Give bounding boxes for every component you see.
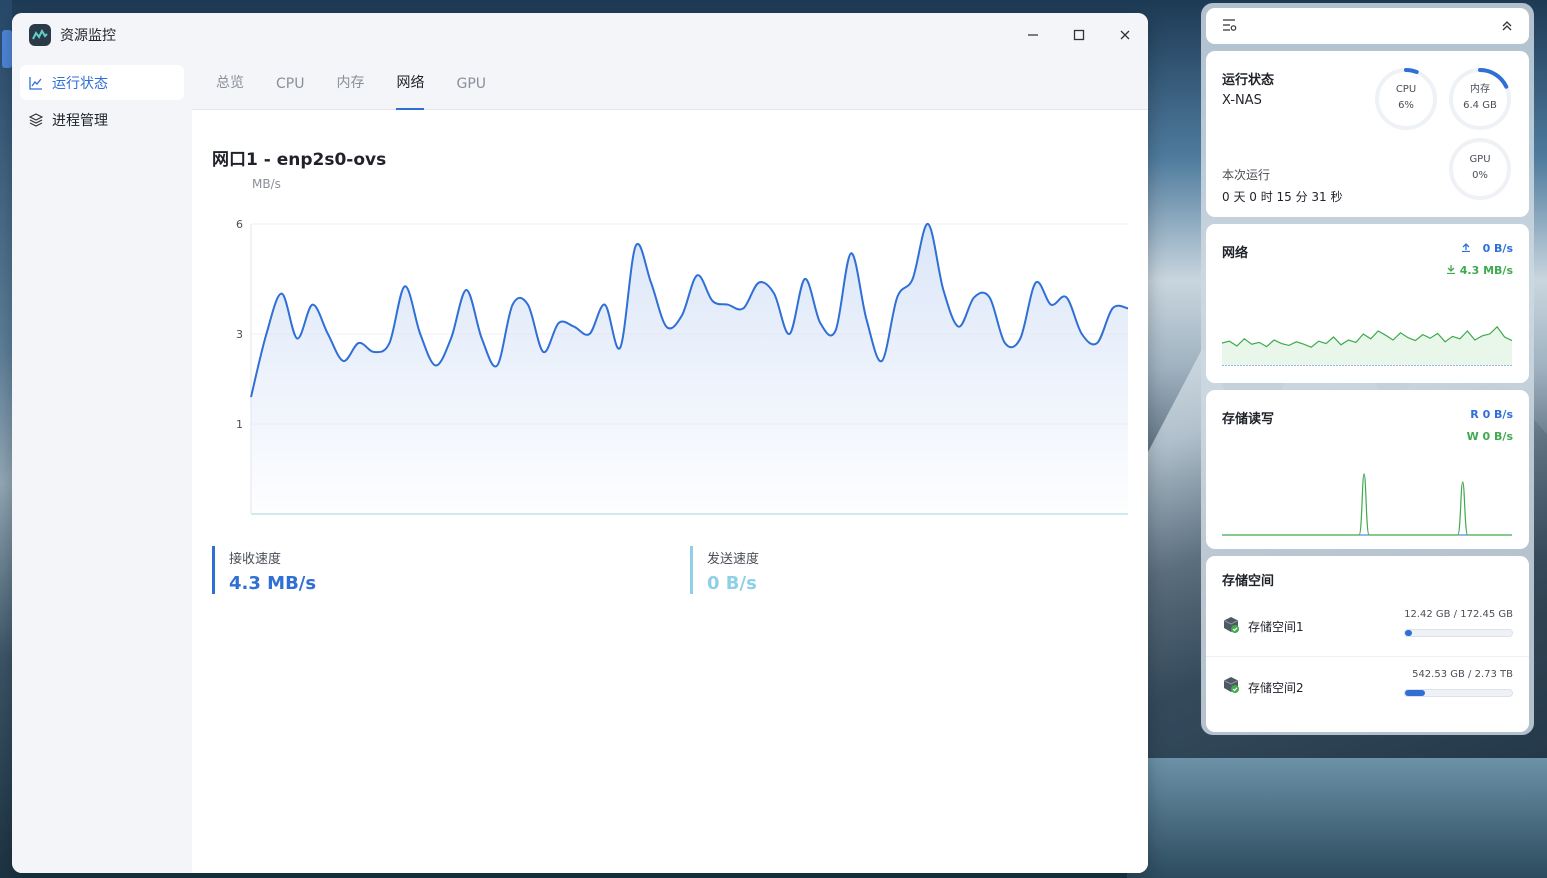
status-widget-title: 运行状态: [1222, 73, 1275, 88]
storage-volume-icon: [1222, 676, 1240, 698]
storage-volume-usage: 542.53 GB / 2.73 TB: [1412, 669, 1513, 680]
storage-usage-fill: [1405, 690, 1426, 696]
send-speed-label: 发送速度: [707, 552, 760, 567]
upload-speed: 0 B/s: [1482, 242, 1513, 255]
cpu-ring-value: 6%: [1398, 100, 1414, 111]
storage-space-title: 存储空间: [1222, 574, 1275, 589]
sidebar-item-processes[interactable]: 进程管理: [20, 102, 184, 137]
receive-speed-stat: 接收速度 4.3 MB/s: [212, 546, 316, 594]
y-tick-label: 3: [236, 328, 243, 341]
storage-usage-bar: [1404, 689, 1513, 697]
network-throughput-chart: MB/s 1 3 6: [236, 177, 1129, 515]
sidebar-item-label: 进程管理: [52, 112, 108, 129]
storage-io-sparkline: [1222, 473, 1512, 536]
storage-space-widget[interactable]: 存储空间 存储空间1 12.42 GB / 172.45 GB 存储空间2 54…: [1206, 556, 1529, 732]
storage-volume-name: 存储空间2: [1248, 680, 1304, 695]
uptime-label: 本次运行: [1222, 168, 1271, 182]
resource-monitor-app-icon: [29, 24, 51, 46]
cpu-ring-label: CPU: [1395, 84, 1417, 95]
title-bar[interactable]: 资源监控: [12, 13, 1148, 57]
storage-io-widget[interactable]: 存储读写 R 0 B/s W 0 B/s: [1206, 390, 1529, 549]
minimize-icon: [1028, 34, 1038, 36]
close-button[interactable]: [1102, 13, 1148, 57]
line-chart-icon: [29, 76, 43, 90]
main-content: 总览 CPU 内存 网络 GPU 网口1 - enp2s0-ovs MB/s 1 3…: [192, 57, 1148, 873]
storage-volume-usage: 12.42 GB / 172.45 GB: [1404, 609, 1513, 620]
receive-speed-value: 4.3 MB/s: [229, 573, 317, 594]
network-sparkline: [1222, 325, 1512, 366]
network-widget-title: 网络: [1222, 246, 1249, 261]
resource-monitor-window: 资源监控 运行状态 进程管理 总览 CPU 内存 网络 GPU 网口1 - en…: [12, 13, 1148, 873]
memory-ring-label: 内存: [1470, 84, 1490, 95]
y-tick-label: 6: [236, 218, 243, 231]
storage-volume-row[interactable]: 存储空间1 12.42 GB / 172.45 GB: [1206, 597, 1529, 657]
download-speed: 4.3 MB/s: [1459, 264, 1513, 277]
y-tick-label: 1: [236, 418, 243, 431]
uptime-value: 0 天 0 时 15 分 31 秒: [1222, 190, 1343, 204]
maximize-button[interactable]: [1056, 13, 1102, 57]
storage-read-speed: R 0 B/s: [1470, 408, 1513, 421]
storage-usage-bar: [1404, 629, 1513, 637]
layers-icon: [29, 112, 43, 127]
y-axis-label: MB/s: [252, 177, 281, 191]
sidebar-item-status[interactable]: 运行状态: [20, 65, 184, 100]
desktop-background: [0, 0, 12, 878]
gpu-ring-label: GPU: [1469, 154, 1491, 165]
widget-settings-icon[interactable]: [1222, 17, 1238, 36]
memory-ring-value: 6.4 GB: [1463, 100, 1497, 111]
send-speed-stat: 发送速度 0 B/s: [690, 546, 759, 594]
storage-io-title: 存储读写: [1222, 412, 1275, 427]
window-title: 资源监控: [60, 28, 116, 44]
gpu-ring-value: 0%: [1472, 170, 1488, 181]
storage-volume-row[interactable]: 存储空间2 542.53 GB / 2.73 TB: [1206, 657, 1529, 717]
minimize-button[interactable]: [1010, 13, 1056, 57]
desktop-lake-scenery: [1127, 758, 1547, 878]
upload-icon: [1461, 242, 1471, 255]
sidebar-item-label: 运行状态: [52, 75, 108, 92]
download-icon: [1446, 264, 1456, 277]
storage-write-speed: W 0 B/s: [1466, 430, 1513, 443]
host-name: X-NAS: [1222, 93, 1262, 108]
widget-panel: 运行状态 X-NAS 本次运行 0 天 0 时 15 分 31 秒 CPU 6%…: [1201, 3, 1534, 735]
network-widget[interactable]: 网络 0 B/s 4.3 MB/s: [1206, 224, 1529, 383]
maximize-icon: [1073, 29, 1085, 41]
write-series-line: [1222, 473, 1512, 536]
send-speed-value: 0 B/s: [707, 573, 757, 594]
storage-usage-fill: [1405, 630, 1413, 636]
sidebar: 运行状态 进程管理: [12, 57, 192, 873]
collapse-icon[interactable]: [1501, 17, 1513, 36]
close-icon: [1120, 30, 1130, 40]
status-widget[interactable]: 运行状态 X-NAS 本次运行 0 天 0 时 15 分 31 秒 CPU 6%…: [1206, 51, 1529, 217]
desktop-app-icon[interactable]: [2, 30, 12, 68]
widget-toolbar: [1206, 8, 1529, 44]
receive-speed-label: 接收速度: [229, 552, 282, 567]
storage-volume-icon: [1222, 616, 1240, 638]
receive-area-fill: [251, 223, 1128, 514]
storage-volume-name: 存储空间1: [1248, 620, 1304, 634]
